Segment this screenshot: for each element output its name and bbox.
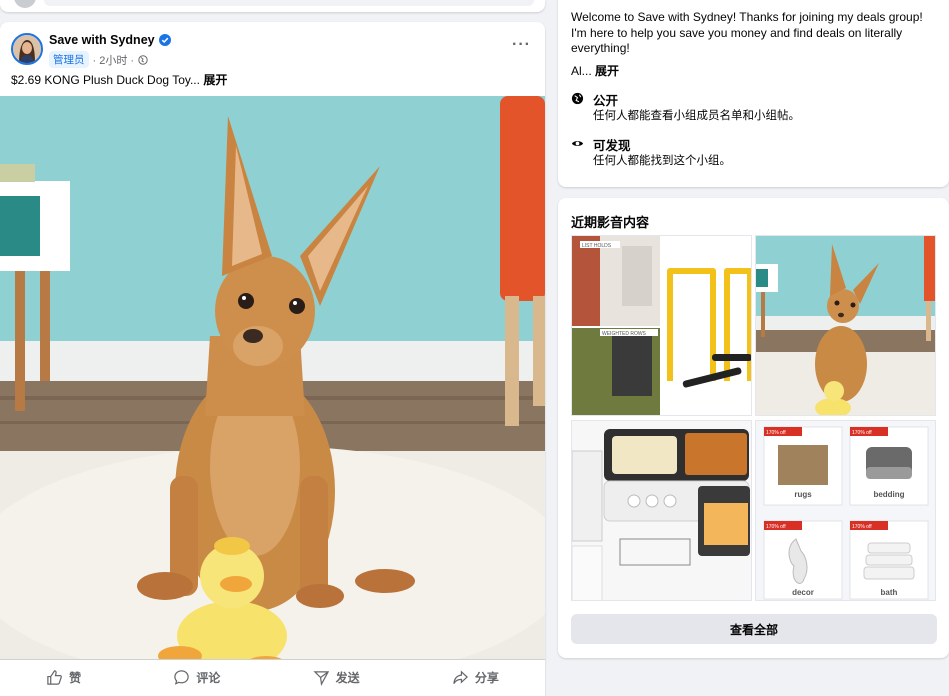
sale-tag: 170% off (852, 430, 872, 436)
category-label: rugs (794, 490, 812, 499)
comment-icon (174, 670, 190, 685)
author-name[interactable]: Save with Sydney (49, 33, 171, 47)
verified-badge-icon (158, 34, 171, 46)
category-label: decor (792, 588, 814, 597)
send-label: 发送 (335, 671, 360, 685)
thumb-label: LIST HOLDS (582, 243, 612, 249)
thumb-label: WEIGHTED ROWS (602, 331, 647, 337)
feed-post: Save with Sydney 管理员 · 2小时 · ··· $2.69 K… (0, 22, 545, 696)
post-body: $2.69 KONG Plush Duck Dog Toy... (11, 73, 200, 87)
description-truncated: Al... (571, 64, 592, 78)
avatar (14, 0, 36, 8)
media-thumbnail[interactable]: LIST HOLDS WEIGHTED ROWS (571, 235, 752, 416)
send-icon (313, 671, 329, 686)
previous-post-edge (0, 0, 545, 12)
media-thumbnail[interactable] (571, 420, 752, 601)
send-button[interactable]: 发送 (299, 665, 374, 690)
comment-button[interactable]: 评论 (159, 665, 234, 690)
share-label: 分享 (474, 671, 499, 685)
recent-media-title: 近期影音内容 (571, 215, 650, 230)
admin-badge: 管理员 (49, 51, 89, 68)
post-actions-bar: 赞 评论 发送 分享 (0, 659, 545, 695)
share-icon (453, 670, 468, 684)
comment-label: 评论 (196, 671, 221, 685)
globe-icon (571, 92, 584, 105)
post-text: $2.69 KONG Plush Duck Dog Toy... 展开 (11, 71, 227, 88)
sale-tag: 170% off (766, 430, 786, 436)
sale-tag: 170% off (852, 524, 872, 530)
description-expand-link[interactable]: 展开 (595, 64, 619, 78)
group-description: Welcome to Save with Sydney! Thanks for … (571, 10, 923, 55)
post-photo[interactable] (0, 96, 545, 659)
media-thumbnail[interactable]: 170% off 170% off 170% off 170% off rugs… (755, 420, 936, 601)
share-button[interactable]: 分享 (438, 665, 513, 690)
post-header: Save with Sydney 管理员 · 2小时 · ··· (0, 22, 545, 72)
visibility-description: 任何人都能找到这个小组。 (593, 155, 731, 167)
author-name-text[interactable]: Save with Sydney (49, 33, 155, 47)
description-more: Al... 展开 (571, 62, 619, 79)
category-label: bath (881, 588, 898, 597)
expand-link[interactable]: 展开 (203, 73, 227, 87)
sale-tag: 170% off (766, 524, 786, 530)
post-meta: 管理员 · 2小时 · (49, 51, 148, 68)
eye-icon (571, 141, 584, 146)
more-options-icon[interactable]: ··· (512, 36, 531, 54)
like-label: 赞 (69, 671, 82, 685)
comment-input-bar[interactable] (44, 0, 534, 6)
privacy-description: 任何人都能查看小组成员名单和小组帖。 (593, 110, 800, 122)
media-thumbnail[interactable] (755, 235, 936, 416)
like-icon (47, 670, 63, 685)
recent-media-card: 近期影音内容 LIST HOLDS WEIGHTED ROWS 170% off… (558, 198, 949, 658)
post-time[interactable]: · 2小时 · (93, 52, 135, 68)
globe-icon (138, 54, 148, 65)
like-button[interactable]: 赞 (32, 665, 95, 690)
category-label: bedding (873, 490, 904, 499)
group-about-card: Welcome to Save with Sydney! Thanks for … (558, 0, 949, 187)
author-avatar[interactable] (11, 33, 43, 65)
see-all-button[interactable]: 查看全部 (571, 614, 937, 644)
